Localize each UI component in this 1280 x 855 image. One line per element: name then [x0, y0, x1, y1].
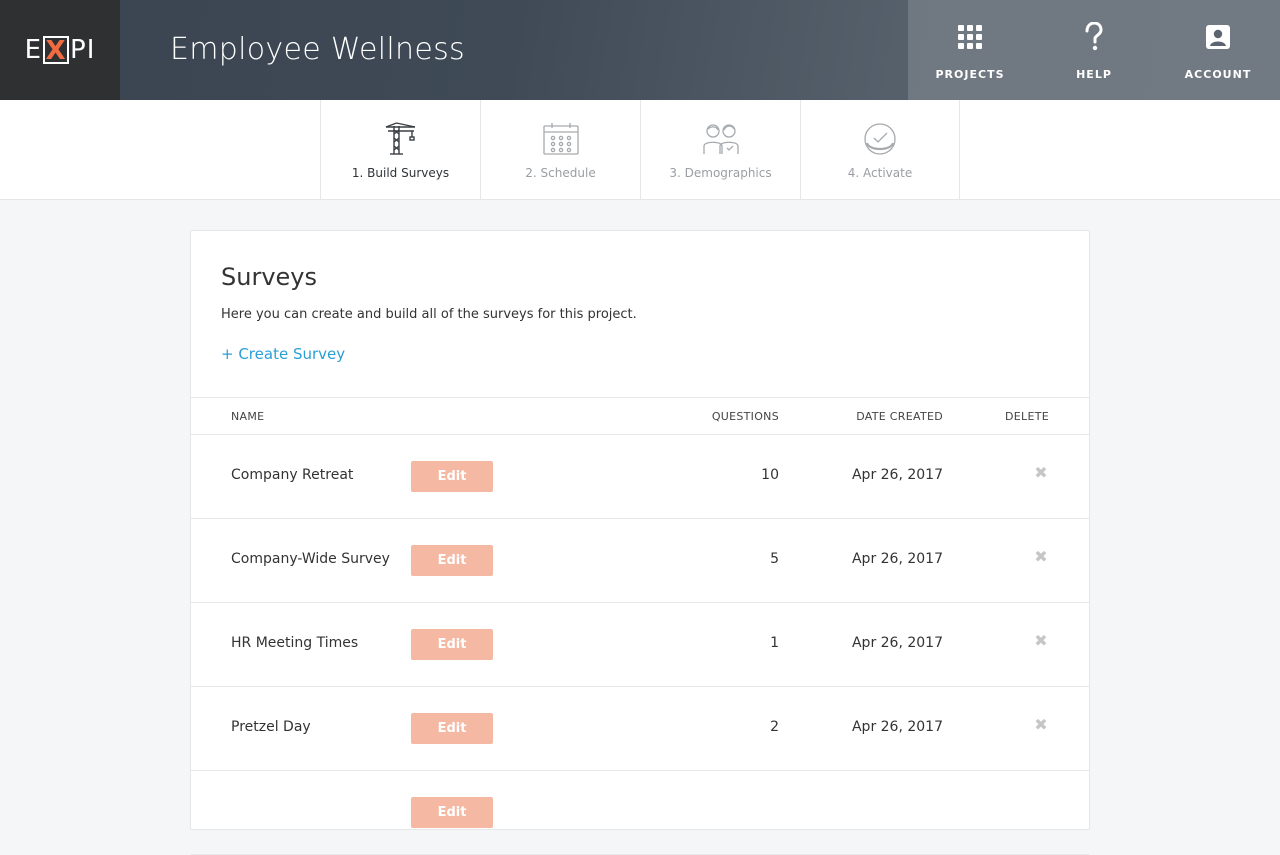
- survey-question-count: 10: [761, 467, 779, 483]
- create-survey-link[interactable]: + Create Survey: [221, 345, 345, 363]
- nav-projects-label: PROJECTS: [935, 68, 1005, 81]
- column-header-date-created[interactable]: DATE CREATED: [856, 410, 943, 423]
- delete-icon[interactable]: ✖: [1033, 717, 1049, 733]
- surveys-title: Surveys: [221, 263, 317, 291]
- question-icon: [1084, 22, 1104, 52]
- column-header-delete: DELETE: [1005, 410, 1049, 423]
- table-row: Pretzel Day Edit 2 Apr 26, 2017 ✖: [191, 687, 1089, 771]
- table-row: Company-Wide Survey Edit 5 Apr 26, 2017 …: [191, 519, 1089, 603]
- edit-button[interactable]: Edit: [411, 713, 493, 744]
- survey-date-created: Apr 26, 2017: [851, 551, 943, 567]
- step-demographics[interactable]: 3. Demographics: [640, 100, 800, 200]
- table-row: Edit: [191, 771, 1089, 855]
- step-activate[interactable]: 4. Activate: [800, 100, 960, 200]
- nav-projects[interactable]: PROJECTS: [908, 0, 1032, 100]
- delete-icon[interactable]: ✖: [1033, 465, 1049, 481]
- survey-date-created: Apr 26, 2017: [851, 467, 943, 483]
- logo-letters-pi: PI: [70, 35, 96, 65]
- account-icon: [1205, 22, 1231, 52]
- edit-button[interactable]: Edit: [411, 797, 493, 828]
- step-build-surveys[interactable]: 1. Build Surveys: [320, 100, 480, 200]
- crane-icon: [384, 120, 418, 158]
- project-title: Employee Wellness: [170, 32, 465, 67]
- surveys-table-body: Company Retreat Edit 10 Apr 26, 2017 ✖ C…: [191, 435, 1089, 855]
- survey-date-created: Apr 26, 2017: [851, 719, 943, 735]
- table-row: HR Meeting Times Edit 1 Apr 26, 2017 ✖: [191, 603, 1089, 687]
- edit-button[interactable]: Edit: [411, 545, 493, 576]
- survey-question-count: 1: [770, 635, 779, 651]
- edit-button[interactable]: Edit: [411, 629, 493, 660]
- calendar-icon: [542, 120, 580, 158]
- expi-logo[interactable]: E X PI: [0, 0, 120, 100]
- survey-question-count: 2: [770, 719, 779, 735]
- nav-help[interactable]: HELP: [1032, 0, 1156, 100]
- step-schedule-label: 2. Schedule: [525, 166, 596, 180]
- step-build-surveys-label: 1. Build Surveys: [351, 166, 450, 180]
- surveys-description: Here you can create and build all of the…: [221, 307, 637, 322]
- wizard-steps: 1. Build Surveys 2. Schedule 3. Demograp…: [320, 100, 960, 200]
- nav-account[interactable]: ACCOUNT: [1156, 0, 1280, 100]
- survey-name: Company Retreat: [231, 467, 354, 483]
- survey-date-created: Apr 26, 2017: [851, 635, 943, 651]
- logo-letter-x: X: [43, 36, 70, 64]
- step-schedule[interactable]: 2. Schedule: [480, 100, 640, 200]
- table-row: Company Retreat Edit 10 Apr 26, 2017 ✖: [191, 435, 1089, 519]
- column-header-name[interactable]: NAME: [231, 410, 264, 423]
- wizard-steps-bar: 1. Build Surveys 2. Schedule 3. Demograp…: [0, 100, 1280, 200]
- survey-question-count: 5: [770, 551, 779, 567]
- step-demographics-label: 3. Demographics: [669, 166, 772, 180]
- nav-help-label: HELP: [1076, 68, 1112, 81]
- edit-button[interactable]: Edit: [411, 461, 493, 492]
- surveys-table-header: NAME QUESTIONS DATE CREATED DELETE: [191, 397, 1089, 435]
- survey-name: Company-Wide Survey: [231, 551, 390, 567]
- grid-icon: [957, 22, 983, 52]
- step-activate-label: 4. Activate: [847, 166, 913, 180]
- delete-icon[interactable]: ✖: [1033, 549, 1049, 565]
- people-icon: [701, 120, 741, 158]
- survey-name: Pretzel Day: [231, 719, 311, 735]
- column-header-questions[interactable]: QUESTIONS: [712, 410, 779, 423]
- top-nav: PROJECTS HELP ACCOUNT: [908, 0, 1280, 100]
- logo-letter-e: E: [24, 35, 43, 65]
- delete-icon[interactable]: ✖: [1033, 633, 1049, 649]
- nav-account-label: ACCOUNT: [1184, 68, 1252, 81]
- app-header: E X PI Employee Wellness PROJECTS HELP A…: [0, 0, 1280, 100]
- surveys-card: Surveys Here you can create and build al…: [190, 230, 1090, 855]
- checkmark-icon: [862, 120, 898, 158]
- survey-name: HR Meeting Times: [231, 635, 359, 651]
